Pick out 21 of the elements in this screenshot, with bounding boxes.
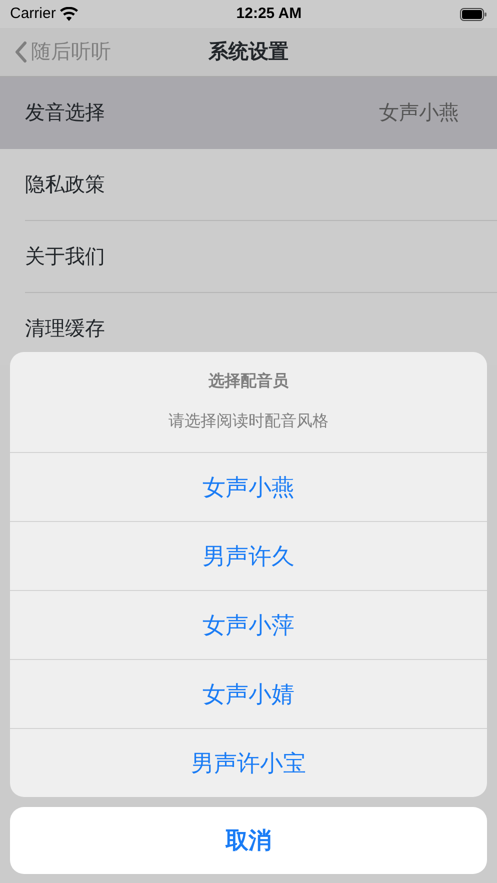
sheet-option[interactable]: 男声许小宝	[10, 728, 487, 797]
row-label: 发音选择	[25, 101, 105, 126]
wifi-icon	[60, 7, 78, 21]
back-chevron-icon	[14, 41, 27, 63]
sheet-message: 请选择阅读时配音风格	[168, 412, 328, 432]
sheet-title: 选择配音员	[208, 371, 288, 392]
time-label: 12:25 AM	[236, 4, 302, 24]
settings-row[interactable]: 发音选择 女声小燕	[0, 77, 497, 149]
row-value: 女声小燕	[379, 101, 459, 126]
sheet-option[interactable]: 女声小婧	[10, 659, 487, 728]
sheet-option[interactable]: 女声小萍	[10, 590, 487, 659]
back-button[interactable]: 随后听听	[0, 37, 111, 67]
cancel-button[interactable]: 取消	[10, 807, 487, 874]
row-label: 清理缓存	[25, 317, 105, 342]
battery-icon	[460, 8, 487, 20]
sheet-option[interactable]: 女声小燕	[10, 452, 487, 521]
row-label: 隐私政策	[25, 173, 105, 198]
sheet-option[interactable]: 男声许久	[10, 521, 487, 590]
nav-title: 系统设置	[208, 40, 288, 65]
carrier-label: Carrier	[10, 4, 56, 24]
row-label: 关于我们	[25, 245, 105, 270]
